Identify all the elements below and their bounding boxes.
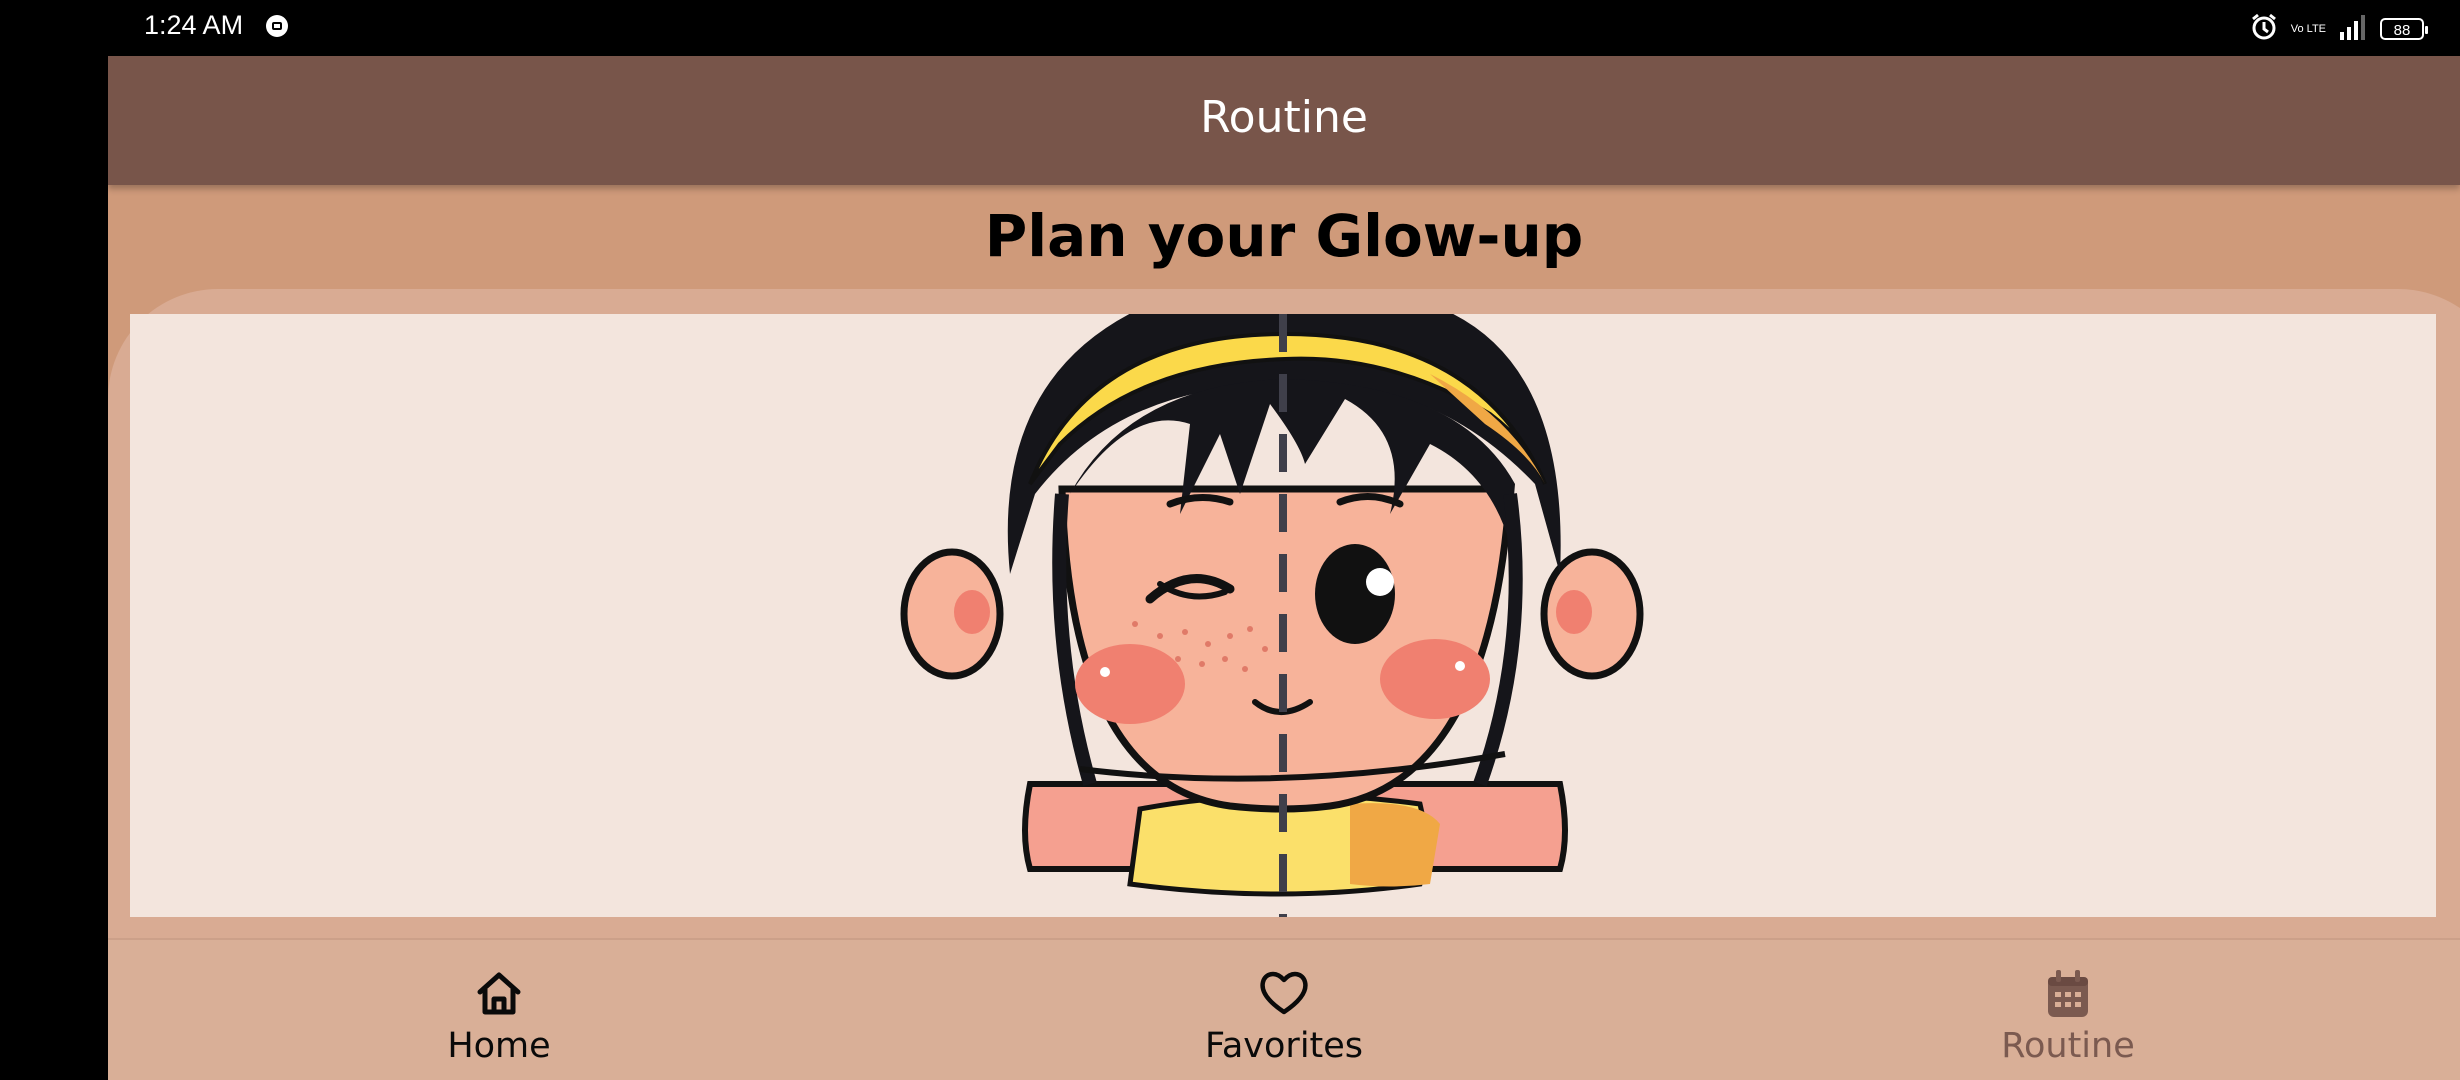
nav-label-routine: Routine [2001, 1026, 2135, 1066]
home-icon [474, 968, 524, 1022]
status-time: 1:24 AM [144, 10, 244, 40]
alarm-icon [2249, 12, 2279, 46]
signal-icon [2338, 14, 2368, 44]
nav-item-favorites[interactable]: Favorites [1134, 940, 1434, 1080]
page-heading: Plan your Glow-up [984, 202, 1584, 270]
nav-label-favorites: Favorites [1204, 1026, 1364, 1066]
status-icons: Vo LTE 88 [2249, 12, 2428, 46]
status-bar: 1:24 AM Vo LTE 88 [0, 0, 2460, 55]
battery-icon: 88 [2380, 18, 2428, 40]
volte-indicator: Vo LTE [2290, 22, 2326, 35]
nav-item-routine[interactable]: Routine [1918, 940, 2218, 1080]
calendar-icon [2044, 968, 2092, 1022]
nav-label-home: Home [447, 1026, 551, 1066]
bottom-navigation: Home Favorites Routine [108, 938, 2460, 1080]
app-bar: Routine [108, 56, 2460, 185]
notification-icon [265, 14, 289, 42]
glow-up-illustration [130, 314, 2436, 917]
app-bar-title: Routine [1200, 92, 1368, 143]
heart-icon [1258, 968, 1310, 1022]
app-screen: Routine Plan your Glow-up Home Favorites… [108, 56, 2460, 1080]
nav-item-home[interactable]: Home [349, 940, 649, 1080]
